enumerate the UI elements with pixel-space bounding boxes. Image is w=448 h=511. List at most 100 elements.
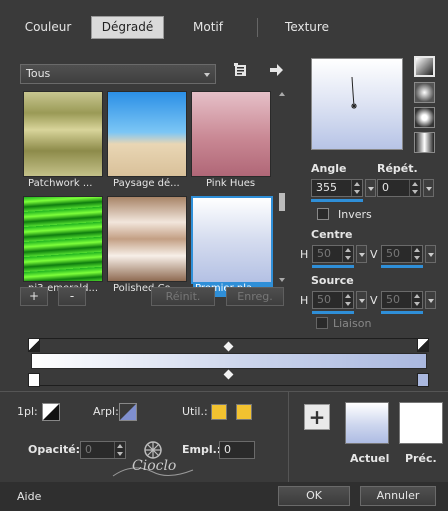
scrollbar-thumb[interactable] <box>279 193 285 211</box>
gradient-thumb-premier-plan[interactable] <box>191 196 273 284</box>
gradient-thumb-paysage[interactable] <box>107 91 187 177</box>
source-v-slider[interactable] <box>381 311 423 314</box>
center-h-dropdown[interactable] <box>356 245 367 263</box>
center-v-slider[interactable] <box>381 265 423 268</box>
transparency-marker-right[interactable] <box>417 338 429 352</box>
save-button[interactable]: Enreg. <box>226 287 284 306</box>
gradient-thumb-pink-hues[interactable] <box>191 91 271 177</box>
gradient-label: Pink Hues <box>206 178 256 189</box>
filter-dropdown-value: Tous <box>26 67 51 80</box>
user-color-swatch[interactable] <box>211 404 227 420</box>
source-h-dropdown[interactable] <box>356 291 367 309</box>
previous-color-box[interactable] <box>399 402 443 444</box>
transparency-midpoint[interactable] <box>223 341 234 352</box>
add-gradient-button[interactable]: + <box>20 287 48 306</box>
gradient-top-track <box>31 338 427 339</box>
rectangular-style-icon[interactable] <box>414 82 435 103</box>
spin-arrows-icon[interactable] <box>411 246 422 262</box>
spin-arrows-icon[interactable] <box>351 180 362 196</box>
gradient-bar[interactable] <box>31 353 427 369</box>
center-v-label: V <box>370 248 378 261</box>
color-marker-right[interactable] <box>417 373 429 387</box>
current-color-box[interactable] <box>345 402 389 444</box>
tab-couleur[interactable]: Couleur <box>16 16 80 39</box>
angle-input[interactable]: 355 <box>311 179 363 197</box>
source-v-value: 50 <box>386 293 400 306</box>
center-v-value: 50 <box>386 247 400 260</box>
reset-button[interactable]: Réinit. <box>151 287 215 306</box>
repeat-dropdown[interactable] <box>423 179 434 197</box>
radial-style-icon[interactable] <box>414 132 435 153</box>
tab-degrade[interactable]: Dégradé <box>91 16 164 39</box>
location-input[interactable]: 0 <box>219 441 255 459</box>
previous-label: Préc. <box>405 452 437 465</box>
cancel-button[interactable]: Annuler <box>360 486 436 506</box>
gradient-thumb-patchwork[interactable] <box>23 91 103 177</box>
source-v-label: V <box>370 294 378 307</box>
current-label: Actuel <box>350 452 390 465</box>
open-library-icon[interactable] <box>234 63 248 77</box>
invert-label: Invers <box>338 208 372 221</box>
gradient-label: Paysage dé... <box>113 178 180 189</box>
ok-button[interactable]: OK <box>278 486 350 506</box>
center-v-input[interactable]: 50 <box>381 245 423 263</box>
remove-gradient-button[interactable]: - <box>58 287 86 306</box>
color-midpoint[interactable] <box>223 369 234 380</box>
angle-handle-icon <box>351 76 357 109</box>
sunburst-style-icon[interactable] <box>414 107 435 128</box>
source-h-value: 50 <box>317 293 331 306</box>
center-v-dropdown[interactable] <box>425 245 436 263</box>
gallery-scrollbar[interactable] <box>277 90 287 286</box>
background-label: Arpl: <box>93 405 119 418</box>
repeat-input[interactable]: 0 <box>377 179 421 197</box>
chevron-down-icon <box>204 73 210 77</box>
gradient-preview[interactable] <box>311 58 403 150</box>
user-label: Util.: <box>182 405 208 418</box>
angle-dropdown[interactable] <box>365 179 376 197</box>
first-plan-color-icon[interactable] <box>42 403 60 421</box>
arrow-right-icon[interactable] <box>268 63 284 77</box>
link-label: Liaison <box>333 317 372 330</box>
gradient-thumb-polished[interactable] <box>107 196 187 282</box>
opacity-label: Opacité: <box>28 443 81 456</box>
scroll-up-icon[interactable] <box>279 92 285 96</box>
tab-bar: Couleur Dégradé Motif Texture <box>0 0 448 48</box>
source-h-input[interactable]: 50 <box>312 291 354 309</box>
color-marker-left[interactable] <box>28 373 40 387</box>
angle-slider[interactable] <box>311 199 363 202</box>
scroll-down-icon[interactable] <box>279 278 285 282</box>
source-h-slider[interactable] <box>312 311 354 314</box>
center-h-slider[interactable] <box>312 265 354 268</box>
linear-style-icon[interactable] <box>414 56 435 77</box>
spin-arrows-icon[interactable] <box>342 292 353 308</box>
transparency-marker-left[interactable] <box>28 338 40 352</box>
help-link[interactable]: Aide <box>17 490 41 503</box>
center-h-value: 50 <box>317 247 331 260</box>
spin-arrows-icon[interactable] <box>409 180 420 196</box>
angle-label: Angle <box>311 162 347 175</box>
tab-motif[interactable]: Motif <box>175 16 241 39</box>
watermark-logo: Cioclo <box>108 432 198 482</box>
source-v-input[interactable]: 50 <box>381 291 423 309</box>
section-divider <box>0 391 448 392</box>
first-plan-label: 1pl: <box>17 405 38 418</box>
source-v-dropdown[interactable] <box>425 291 436 309</box>
gradient-label: Patchwork ... <box>28 178 93 189</box>
source-label: Source <box>311 274 354 287</box>
filter-dropdown[interactable]: Tous <box>20 64 216 84</box>
center-h-input[interactable]: 50 <box>312 245 354 263</box>
link-checkbox[interactable] <box>316 317 328 329</box>
tab-texture[interactable]: Texture <box>272 16 342 39</box>
user-color-swatch-2[interactable] <box>236 404 252 420</box>
background-color-icon[interactable] <box>119 403 137 421</box>
location-value: 0 <box>224 443 231 456</box>
add-color-button[interactable]: + <box>304 404 330 430</box>
center-label: Centre <box>311 228 353 241</box>
center-h-label: H <box>300 248 309 261</box>
spin-arrows-icon[interactable] <box>411 292 422 308</box>
gradient-thumb-emerald[interactable] <box>23 196 103 282</box>
repeat-label: Répét. <box>377 162 418 175</box>
invert-checkbox[interactable] <box>317 208 329 220</box>
source-h-label: H <box>300 294 309 307</box>
spin-arrows-icon[interactable] <box>342 246 353 262</box>
